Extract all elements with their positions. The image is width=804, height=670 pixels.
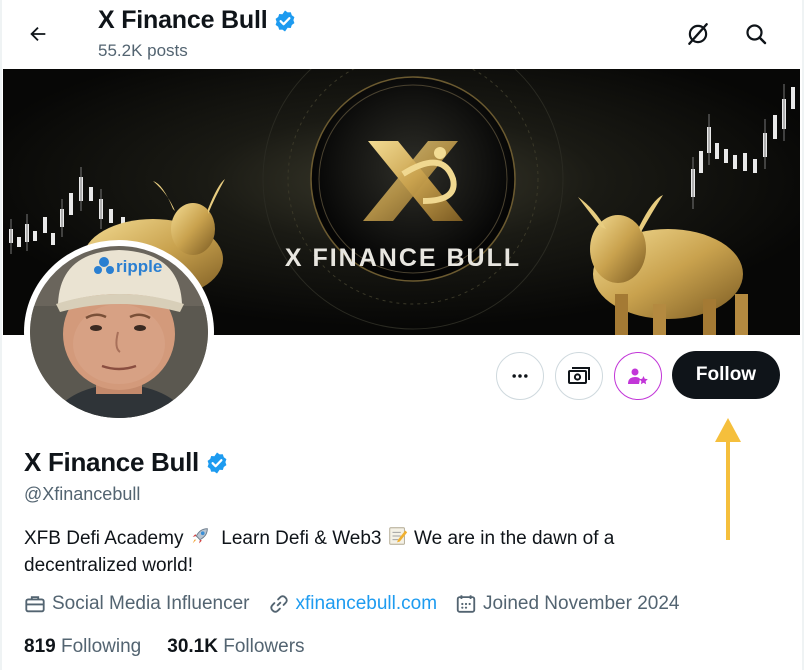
back-button[interactable] [20, 16, 56, 52]
bio-text-4: decentralized world! [24, 555, 193, 576]
follow-button[interactable]: Follow [672, 351, 780, 399]
back-arrow-icon [30, 26, 46, 42]
calendar-icon [456, 595, 476, 613]
link-icon [269, 595, 288, 613]
more-button[interactable] [496, 352, 544, 400]
profile-meta: Social Media Influencer xfinancebull.com… [24, 593, 698, 615]
display-name: X Finance Bull [24, 447, 199, 477]
verified-badge-icon [276, 10, 295, 31]
website-item: xfinancebull.com [268, 593, 438, 615]
header-title: X Finance Bull [98, 6, 268, 34]
follow-stats: 819 Following 30.1K Followers [24, 636, 331, 658]
user-handle: @Xfinancebull [24, 484, 141, 504]
search-button[interactable] [738, 16, 774, 52]
website-link[interactable]: xfinancebull.com [296, 593, 438, 615]
joined-label: Joined November 2024 [483, 593, 680, 614]
joined-item: Joined November 2024 [455, 593, 680, 615]
following-count: 819 [24, 636, 56, 657]
rocket-emoji-icon [192, 528, 208, 544]
following-label: Following [60, 636, 142, 657]
category-item: Social Media Influencer [24, 593, 250, 615]
annotation-arrow [715, 418, 741, 540]
money-icon [568, 367, 590, 384]
category-label: Social Media Influencer [52, 593, 250, 614]
profile-avatar[interactable]: ripple [24, 240, 214, 424]
search-icon [746, 24, 767, 45]
grok-icon [688, 23, 708, 45]
avatar-photo: ripple [30, 246, 208, 418]
briefcase-icon [25, 596, 45, 613]
profile-bio: XFB Defi Academy Learn Defi & Web3 We ar… [24, 525, 704, 579]
profile-name-group: X Finance Bull [24, 447, 229, 478]
creator-subscription-button[interactable] [614, 352, 662, 400]
subscribe-button[interactable] [555, 352, 603, 400]
bio-text-2: Learn Defi & Web3 [221, 528, 382, 549]
profile-header: X Finance Bull 55.2K posts [0, 0, 804, 68]
followers-count: 30.1K [167, 636, 218, 657]
memo-emoji-icon [389, 527, 407, 545]
bio-text-1: XFB Defi Academy [24, 528, 184, 549]
banner-text: X FINANCE BULL [285, 244, 521, 272]
person-star-icon [628, 368, 648, 385]
followers-label: Followers [223, 636, 305, 657]
verified-badge-icon[interactable] [205, 451, 229, 475]
cap-logo-text: ripple [116, 257, 162, 276]
header-title-group: X Finance Bull [98, 6, 297, 35]
followers-stat[interactable]: 30.1K Followers [167, 636, 304, 658]
following-stat[interactable]: 819 Following [24, 636, 141, 658]
bio-text-3: We are in the dawn of a [414, 528, 615, 549]
grok-button[interactable] [680, 16, 716, 52]
more-dots-icon [512, 374, 528, 378]
posts-count: 55.2K posts [98, 41, 188, 60]
